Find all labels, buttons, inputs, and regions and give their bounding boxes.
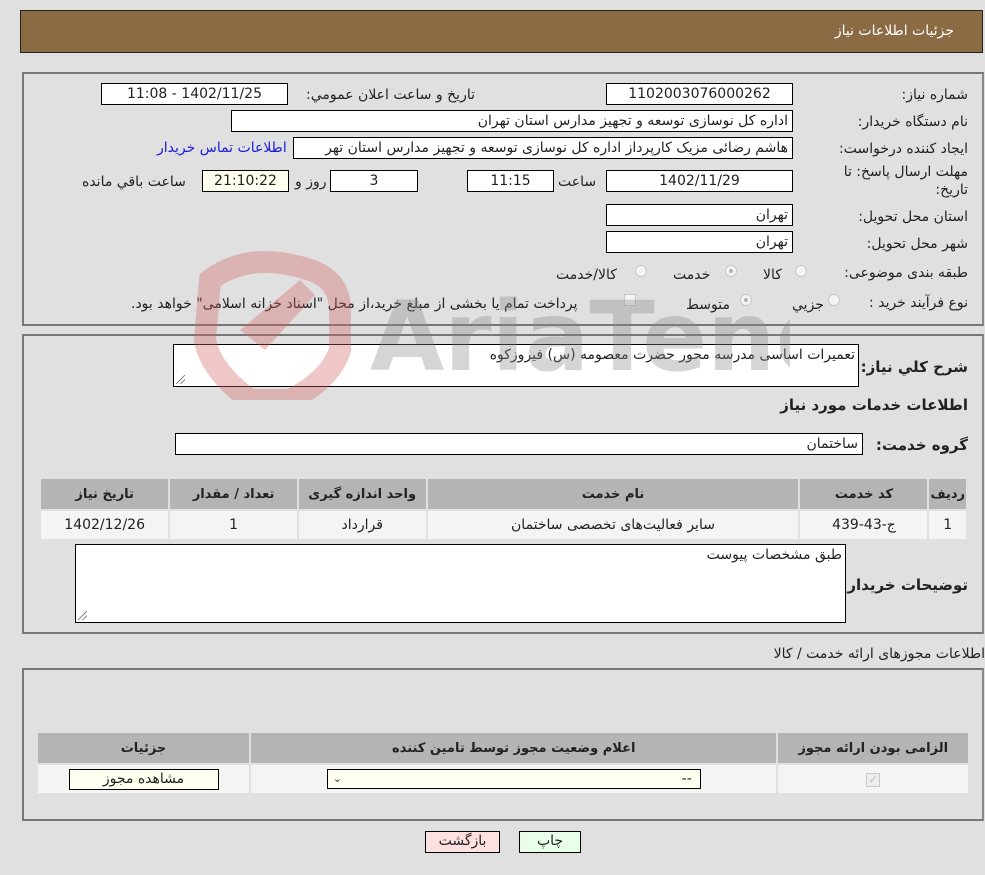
announce-datetime-field[interactable]: 1402/11/25 - 11:08 [101,83,288,105]
page-header: جزئیات اطلاعات نیاز [20,10,983,53]
chevron-down-icon: ⌄ [332,772,342,785]
process-radio-minor[interactable] [828,294,840,306]
remaining-time-field: 21:10:22 [202,170,289,192]
category-radio-goods-service[interactable] [635,265,647,277]
category-radio-service[interactable] [725,265,737,277]
cell-permit-status: -- ⌄ [249,763,779,795]
creator-label: ایجاد کننده درخواست: [839,141,968,157]
process-radio-medium[interactable] [740,294,752,306]
cell-service-name: سایر فعالیت‌های تخصصی ساختمان [425,509,801,541]
services-table: ردیف کد خدمت نام خدمت واحد اندازه گیری ت… [38,477,968,541]
buyer-notes-label: توضیحات خریدار: [841,576,968,594]
col-quantity: تعداد / مقدار [168,477,299,511]
description-label: شرح کلي نیاز: [860,358,968,376]
province-label: استان محل تحویل: [858,209,968,225]
need-number-label: شماره نیاز: [901,87,969,103]
col-row-number: ردیف [927,477,968,511]
buyer-org-label: نام دستگاه خریدار: [857,114,968,130]
services-section-title: اطلاعات خدمات مورد نیاز [780,396,968,414]
remaining-time-label: ساعت باقي مانده [82,174,186,190]
category-radio-goods[interactable] [795,265,807,277]
table-row: ✓ -- ⌄ مشاهده مجوز [35,763,970,795]
days-label: روز و [295,174,327,190]
city-label: شهر محل تحویل: [866,236,968,252]
permits-section-title: اطلاعات مجوزهای ارائه خدمت / کالا [773,646,985,662]
services-table-header: ردیف کد خدمت نام خدمت واحد اندازه گیری ت… [38,477,968,511]
deadline-time-field[interactable]: 11:15 [467,170,554,192]
process-label: نوع فرآیند خرید : [869,295,968,311]
resize-handle-icon[interactable] [176,375,185,384]
col-permit-details: جزئیات [35,731,252,765]
description-text: تعمیرات اساسی مدرسه محور حضرت معصومه (س)… [489,347,855,363]
category-label: طبقه بندی موضوعی: [844,265,968,281]
permit-status-value: -- [681,771,692,787]
creator-field[interactable]: هاشم رضائی مزیک کارپرداز اداره کل نوسازی… [293,137,793,159]
cell-permit-details: مشاهده مجوز [35,763,252,795]
process-minor-label: جزيي [792,297,824,313]
cell-permit-required: ✓ [776,763,970,795]
category-goods-label: کالا [763,267,782,283]
back-button[interactable]: بازگشت [425,831,500,853]
category-goods-service-label: کالا/خدمت [556,267,617,283]
deadline-date-field[interactable]: 1402/11/29 [606,170,793,192]
permit-required-checkbox: ✓ [866,773,881,787]
treasury-note: پرداخت تمام یا بخشی از مبلغ خرید،از محل … [131,296,578,312]
treasury-checkbox[interactable] [624,294,636,306]
buyer-contact-link[interactable]: اطلاعات تماس خریدار [157,140,287,156]
deadline-time-label: ساعت [558,174,597,190]
permits-table: الزامی بودن ارائه مجوز اعلام وضعیت مجوز … [35,731,970,795]
buyer-notes-textarea[interactable]: طبق مشخصات پیوست [75,544,846,623]
process-medium-label: متوسط [686,297,730,313]
print-button[interactable]: چاپ [519,831,581,853]
deadline-label-2: تاریخ: [935,182,968,198]
cell-service-code: ج-43-439 [798,509,930,541]
description-textarea[interactable]: تعمیرات اساسی مدرسه محور حضرت معصومه (س)… [173,344,859,387]
cell-need-date: 1402/12/26 [38,509,171,541]
col-permit-required: الزامی بودن ارائه مجوز [776,731,970,765]
announce-label: تاریخ و ساعت اعلان عمومي: [306,87,475,103]
permit-status-select[interactable]: -- ⌄ [326,769,701,789]
col-permit-status: اعلام وضعیت مجوز توسط تامین کننده [249,731,779,765]
service-group-field[interactable]: ساختمان [175,433,863,455]
category-service-label: خدمت [673,267,711,283]
deadline-label: مهلت ارسال پاسخ: تا [843,164,968,180]
cell-unit: قرارداد [296,509,428,541]
service-group-label: گروه خدمت: [875,436,968,454]
permits-table-header: الزامی بودن ارائه مجوز اعلام وضعیت مجوز … [35,731,970,765]
col-unit: واحد اندازه گیری [296,477,428,511]
cell-quantity: 1 [168,509,299,541]
buyer-notes-text: طبق مشخصات پیوست [706,547,842,563]
col-service-code: کد خدمت [798,477,930,511]
view-permit-button[interactable]: مشاهده مجوز [68,768,219,790]
city-field[interactable]: تهران [606,231,793,253]
col-need-date: تاریخ نیاز [38,477,171,511]
province-field[interactable]: تهران [606,204,793,226]
table-row: 1 ج-43-439 سایر فعالیت‌های تخصصی ساختمان… [38,509,968,541]
col-service-name: نام خدمت [425,477,801,511]
buyer-org-field[interactable]: اداره کل نوسازی توسعه و تجهیز مدارس استا… [231,110,793,132]
cell-row-number: 1 [927,509,968,541]
need-number-field[interactable]: 1102003076000262 [606,83,793,105]
resize-handle-icon[interactable] [78,611,87,620]
page-title: جزئیات اطلاعات نیاز [834,23,954,39]
days-remaining-field[interactable]: 3 [330,170,418,192]
